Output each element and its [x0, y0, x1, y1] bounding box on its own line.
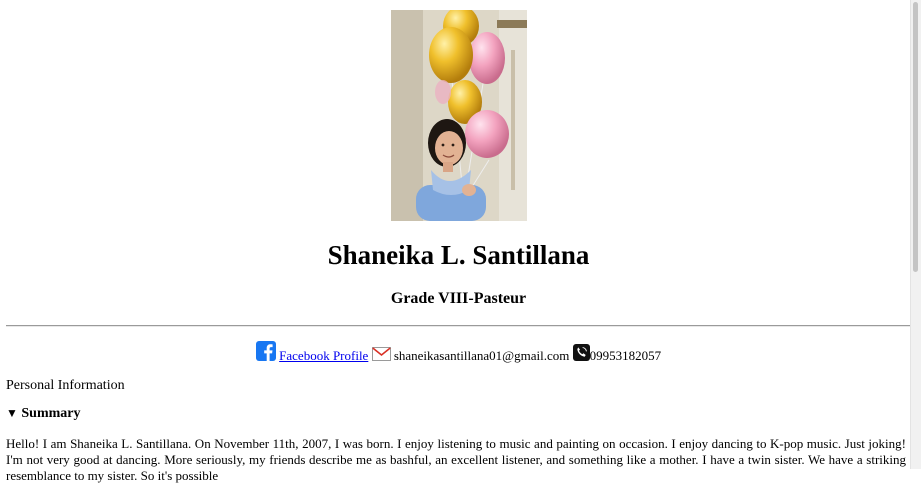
summary-text: Hello! I am Shaneika L. Santillana. On N…: [6, 436, 906, 483]
contact-bar: Facebook Profile shaneikasantillana01@gm…: [0, 341, 917, 367]
divider: [6, 325, 911, 327]
profile-name: Shaneika L. Santillana: [327, 240, 590, 270]
phone-number: 09953182057: [589, 348, 662, 363]
scrollbar-thumb[interactable]: [913, 2, 918, 272]
email-address: shaneikasantillana01@gmail.com: [393, 348, 570, 363]
profile-photo: [391, 10, 527, 221]
profile-grade: Grade VIII-Pasteur: [390, 290, 527, 307]
mail-icon: [371, 347, 391, 361]
facebook-profile-link[interactable]: Facebook Profile: [279, 348, 368, 363]
summary-toggle[interactable]: ▼ Summary: [6, 406, 81, 422]
personal-information-heading: Personal Information: [6, 378, 125, 393]
triangle-down-icon: ▼: [6, 406, 18, 420]
profile-page: Shaneika L. Santillana Grade VIII-Pasteu…: [0, 0, 911, 483]
summary-title: Summary: [21, 406, 81, 421]
facebook-icon[interactable]: [255, 341, 276, 361]
profile-photo-image: [391, 10, 527, 221]
phone-icon: [572, 344, 590, 361]
vertical-scrollbar[interactable]: [910, 0, 921, 469]
